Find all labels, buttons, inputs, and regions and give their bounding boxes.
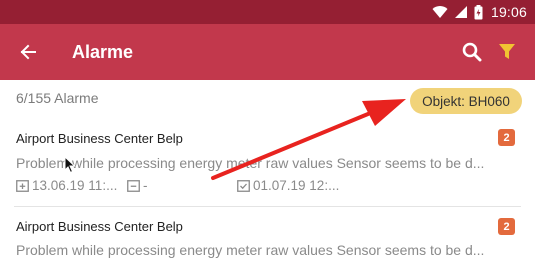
end-date-text: - (143, 178, 148, 193)
divider (14, 206, 521, 207)
start-date-text: 13.06.19 11:... (32, 178, 118, 193)
search-button[interactable] (458, 38, 486, 66)
status-bar: 19:06 (0, 0, 535, 24)
signal-icon (454, 5, 468, 19)
filter-button[interactable] (493, 38, 521, 66)
item-name: Airport Business Center Belp (16, 219, 183, 234)
start-date: 13.06.19 11:... (16, 178, 117, 193)
filter-chip-object[interactable]: Objekt: BH060 (410, 88, 522, 114)
end-date: - (127, 178, 148, 193)
battery-icon (474, 4, 483, 20)
calendar-minus-icon (127, 180, 140, 192)
back-button[interactable] (14, 38, 42, 66)
item-name: Airport Business Center Belp (16, 131, 183, 146)
done-date: 01.07.19 12:... (237, 178, 339, 193)
calendar-check-icon (237, 180, 250, 192)
app-toolbar: Alarme (0, 24, 535, 80)
item-description: Problem while processing energy meter ra… (16, 242, 485, 258)
priority-badge: 2 (498, 218, 515, 235)
filter-icon (499, 44, 515, 59)
alarm-count: 6/155 Alarme (16, 90, 99, 106)
wifi-icon (432, 5, 448, 19)
clock: 19:06 (490, 4, 527, 20)
calendar-plus-icon (16, 180, 29, 192)
done-date-text: 01.07.19 12:... (253, 178, 340, 193)
arrow-left-icon (20, 44, 36, 60)
mouse-cursor-icon (64, 156, 76, 174)
item-description: Problem while processing energy meter ra… (16, 155, 485, 171)
search-icon (462, 42, 482, 62)
page-title: Alarme (72, 42, 134, 62)
priority-badge: 2 (498, 129, 515, 146)
